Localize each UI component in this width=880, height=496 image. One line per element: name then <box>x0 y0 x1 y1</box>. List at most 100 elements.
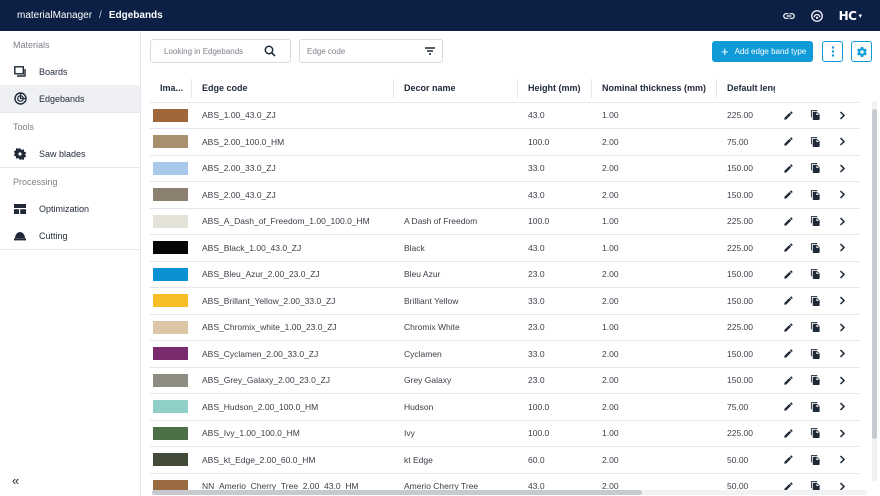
chevron-right-icon[interactable] <box>829 243 856 252</box>
copy-icon[interactable] <box>802 136 829 148</box>
chevron-right-icon[interactable] <box>829 217 856 226</box>
link-icon[interactable] <box>775 0 803 31</box>
table-row[interactable]: ABS_Chromix_white_1.00_23.0_ZJ Chromix Wh… <box>150 314 860 341</box>
height-cell: 100.0 <box>518 420 592 447</box>
support-icon[interactable] <box>803 0 831 31</box>
chevron-right-icon[interactable] <box>829 111 856 120</box>
table-row[interactable]: ABS_Grey_Galaxy_2.00_23.0_ZJ Grey Galaxy 2… <box>150 367 860 394</box>
table-row[interactable]: ABS_Bleu_Azur_2.00_23.0_ZJ Bleu Azur 23.0 2… <box>150 261 860 288</box>
row-actions <box>775 181 860 209</box>
chevron-right-icon[interactable] <box>829 323 856 332</box>
chevron-right-icon[interactable] <box>829 455 856 464</box>
table-row[interactable]: ABS_Black_1.00_43.0_ZJ Black 43.0 1.00 225.0… <box>150 234 860 262</box>
copy-icon[interactable] <box>802 268 829 280</box>
search-box[interactable] <box>150 39 291 63</box>
chevron-right-icon[interactable] <box>829 376 856 385</box>
collapse-sidebar-icon[interactable]: « <box>12 473 19 488</box>
edit-icon[interactable] <box>775 136 802 147</box>
sidebar-item-saw-blades[interactable]: Saw blades <box>0 140 140 167</box>
sidebar-item-boards[interactable]: Boards <box>0 58 140 85</box>
table-row[interactable]: ABS_kt_Edge_2.00_60.0_HM kt Edge 60.0 2.00 5… <box>150 446 860 474</box>
sidebar-item-optimization[interactable]: Optimization <box>0 195 140 222</box>
copy-icon[interactable] <box>802 162 829 174</box>
copy-icon[interactable] <box>802 401 829 413</box>
chevron-right-icon[interactable] <box>829 190 856 199</box>
edit-icon[interactable] <box>775 110 802 121</box>
swatch-cell <box>150 102 192 129</box>
table-row[interactable]: ABS_1.00_43.0_ZJ 43.0 1.00 225.00 <box>150 102 860 129</box>
edit-icon[interactable] <box>775 189 802 200</box>
column-header-image[interactable]: Ima... <box>150 75 192 103</box>
table-row[interactable]: ABS_2.00_100.0_HM 100.0 2.00 75.00 <box>150 128 860 156</box>
column-header-height[interactable]: Height (mm) <box>518 75 592 103</box>
edit-icon[interactable] <box>775 348 802 359</box>
edit-icon[interactable] <box>775 375 802 386</box>
thickness-cell: 2.00 <box>592 128 717 156</box>
copy-icon[interactable] <box>802 321 829 333</box>
thickness-cell: 2.00 <box>592 155 717 182</box>
edit-icon[interactable] <box>775 216 802 227</box>
sidebar-item-label: Saw blades <box>39 148 86 159</box>
filter-icon[interactable] <box>424 45 436 59</box>
table-row[interactable]: ABS_2.00_33.0_ZJ 33.0 2.00 150.00 <box>150 155 860 182</box>
default-length-cell: 150.00 <box>717 367 775 394</box>
column-header-edge-code[interactable]: Edge code <box>192 75 394 103</box>
edge-code-input[interactable] <box>307 46 407 56</box>
copy-icon[interactable] <box>802 109 829 121</box>
sidebar-section-tools: Tools <box>13 121 35 132</box>
settings-button[interactable] <box>851 41 872 62</box>
table-row[interactable]: ABS_Hudson_2.00_100.0_HM Hudson 100.0 2.00 7… <box>150 393 860 421</box>
sidebar-item-cutting[interactable]: Cutting <box>0 222 140 249</box>
edit-icon[interactable] <box>775 322 802 333</box>
table-row[interactable]: ABS_2.00_43.0_ZJ 43.0 2.00 150.00 <box>150 181 860 209</box>
breadcrumb-separator: / <box>99 10 102 21</box>
table-row[interactable]: ABS_Cyclamen_2.00_33.0_ZJ Cyclamen 33.0 2.0… <box>150 340 860 368</box>
thickness-cell: 2.00 <box>592 367 717 394</box>
table-row[interactable]: ABS_A_Dash_of_Freedom_1.00_100.0_HM A Das… <box>150 208 860 235</box>
edit-icon[interactable] <box>775 454 802 465</box>
copy-icon[interactable] <box>802 295 829 307</box>
chevron-right-icon[interactable] <box>829 402 856 411</box>
copy-icon[interactable] <box>802 427 829 439</box>
edit-icon[interactable] <box>775 428 802 439</box>
vertical-scroll-thumb[interactable] <box>872 109 877 439</box>
table-row[interactable]: ABS_Ivy_1.00_100.0_HM Ivy 100.0 1.00 225.00 <box>150 420 860 447</box>
copy-icon[interactable] <box>802 348 829 360</box>
edit-icon[interactable] <box>775 295 802 306</box>
copy-icon[interactable] <box>802 242 829 254</box>
chevron-right-icon[interactable] <box>829 429 856 438</box>
vertical-scrollbar[interactable] <box>872 101 877 481</box>
column-header-thickness[interactable]: Nominal thickness (mm) <box>592 75 717 103</box>
copy-icon[interactable] <box>802 189 829 201</box>
more-options-button[interactable] <box>822 41 843 62</box>
edit-icon[interactable] <box>775 242 802 253</box>
column-header-default-length[interactable]: Default lengt <box>717 75 775 103</box>
chevron-right-icon[interactable] <box>829 349 856 358</box>
edge-code-filter[interactable] <box>299 39 443 63</box>
account-menu[interactable]: HC ▾ <box>839 9 862 23</box>
chevron-right-icon[interactable] <box>829 137 856 146</box>
copy-icon[interactable] <box>802 215 829 227</box>
table-row[interactable]: ABS_Brillant_Yellow_2.00_33.0_ZJ Brillian… <box>150 287 860 315</box>
search-icon[interactable] <box>264 45 276 59</box>
horizontal-scrollbar[interactable] <box>152 490 867 495</box>
sidebar-item-edgebands[interactable]: Edgebands <box>0 85 140 112</box>
height-cell: 23.0 <box>518 261 592 288</box>
height-cell: 33.0 <box>518 155 592 182</box>
height-cell: 100.0 <box>518 208 592 235</box>
breadcrumb-app[interactable]: materialManager <box>17 10 92 21</box>
search-input[interactable] <box>164 46 264 56</box>
chevron-right-icon[interactable] <box>829 164 856 173</box>
decor-name-cell: Hudson <box>394 393 518 421</box>
edit-icon[interactable] <box>775 163 802 174</box>
horizontal-scroll-thumb[interactable] <box>152 490 642 495</box>
add-edge-band-type-button[interactable]: + Add edge band type <box>712 41 813 62</box>
copy-icon[interactable] <box>802 374 829 386</box>
edit-icon[interactable] <box>775 401 802 412</box>
chevron-right-icon[interactable] <box>829 270 856 279</box>
copy-icon[interactable] <box>802 454 829 466</box>
column-header-decor-name[interactable]: Decor name <box>394 75 518 103</box>
chevron-right-icon[interactable] <box>829 296 856 305</box>
swatch-cell <box>150 287 192 315</box>
edit-icon[interactable] <box>775 269 802 280</box>
